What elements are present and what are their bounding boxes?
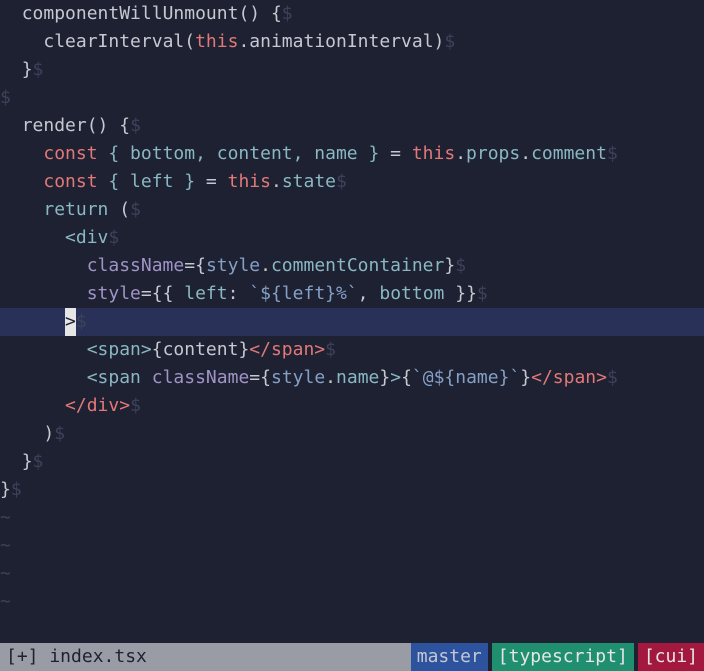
code-line: $ xyxy=(0,84,704,112)
code-line: render() {$ xyxy=(0,112,704,140)
code-line: <span className={style.name}>{`@${name}`… xyxy=(0,364,704,392)
code-line: </div>$ xyxy=(0,392,704,420)
eol-icon: $ xyxy=(76,311,87,332)
code-line: style={{ left: `${left}%`, bottom }}$ xyxy=(0,280,704,308)
eol-icon: $ xyxy=(477,283,488,304)
jsx-tag: span xyxy=(98,367,141,388)
empty-line-marker: ~ xyxy=(0,588,704,616)
status-bar: [+] index.tsx master [typescript] [cui] xyxy=(0,643,704,671)
jsx-close-tag: </span> xyxy=(249,339,325,360)
eol-icon: $ xyxy=(282,3,293,24)
code-line: }$ xyxy=(0,476,704,504)
const-keyword: const xyxy=(43,171,97,192)
code-line: return ($ xyxy=(0,196,704,224)
status-mode: [cui] xyxy=(638,643,704,671)
tilde-icon: ~ xyxy=(0,535,11,556)
code-line: }$ xyxy=(0,448,704,476)
jsx-tag: <span> xyxy=(87,339,152,360)
empty-line-marker: ~ xyxy=(0,532,704,560)
eol-icon: $ xyxy=(0,87,11,108)
empty-line-marker: ~ xyxy=(0,560,704,588)
tilde-icon: ~ xyxy=(0,563,11,584)
eol-icon: $ xyxy=(325,339,336,360)
status-language: [typescript] xyxy=(492,643,634,671)
jsx-tag: div xyxy=(76,227,109,248)
const-keyword: const xyxy=(43,143,97,164)
code-line: className={style.commentContainer}$ xyxy=(0,252,704,280)
code-line: const { left } = this.state$ xyxy=(0,168,704,196)
code-line: )$ xyxy=(0,420,704,448)
method-name: componentWillUnmount xyxy=(22,3,239,24)
tilde-icon: ~ xyxy=(0,507,11,528)
eol-icon: $ xyxy=(444,31,455,52)
this-keyword: this xyxy=(228,171,271,192)
eol-icon: $ xyxy=(130,395,141,416)
eol-icon: $ xyxy=(33,59,44,80)
return-keyword: return xyxy=(43,199,108,220)
code-line: clearInterval(this.animationInterval)$ xyxy=(0,28,704,56)
empty-line-marker: ~ xyxy=(0,504,704,532)
eol-icon: $ xyxy=(607,143,618,164)
this-keyword: this xyxy=(412,143,455,164)
method-name: render xyxy=(22,115,87,136)
eol-icon: $ xyxy=(607,367,618,388)
eol-icon: $ xyxy=(130,199,141,220)
code-editor[interactable]: componentWillUnmount() {$ clearInterval(… xyxy=(0,0,704,643)
cursor: > xyxy=(65,308,76,336)
eol-icon: $ xyxy=(54,423,65,444)
jsx-attr: className xyxy=(87,255,185,276)
jsx-close-tag: </div> xyxy=(65,395,130,416)
eol-icon: $ xyxy=(130,115,141,136)
eol-icon: $ xyxy=(336,171,347,192)
status-filename: [+] index.tsx xyxy=(0,643,411,671)
code-line: <span>{content}</span>$ xyxy=(0,336,704,364)
status-branch: master xyxy=(411,643,488,671)
code-line: const { bottom, content, name } = this.p… xyxy=(0,140,704,168)
jsx-attr: className xyxy=(152,367,250,388)
jsx-attr: style xyxy=(87,283,141,304)
code-line-current: >$ xyxy=(0,308,704,336)
code-line: <div$ xyxy=(0,224,704,252)
eol-icon: $ xyxy=(108,227,119,248)
this-keyword: this xyxy=(195,31,238,52)
eol-icon: $ xyxy=(11,479,22,500)
code-line: componentWillUnmount() {$ xyxy=(0,0,704,28)
jsx-close-tag: </span> xyxy=(531,367,607,388)
code-line: }$ xyxy=(0,56,704,84)
tilde-icon: ~ xyxy=(0,591,11,612)
eol-icon: $ xyxy=(33,451,44,472)
eol-icon: $ xyxy=(455,255,466,276)
